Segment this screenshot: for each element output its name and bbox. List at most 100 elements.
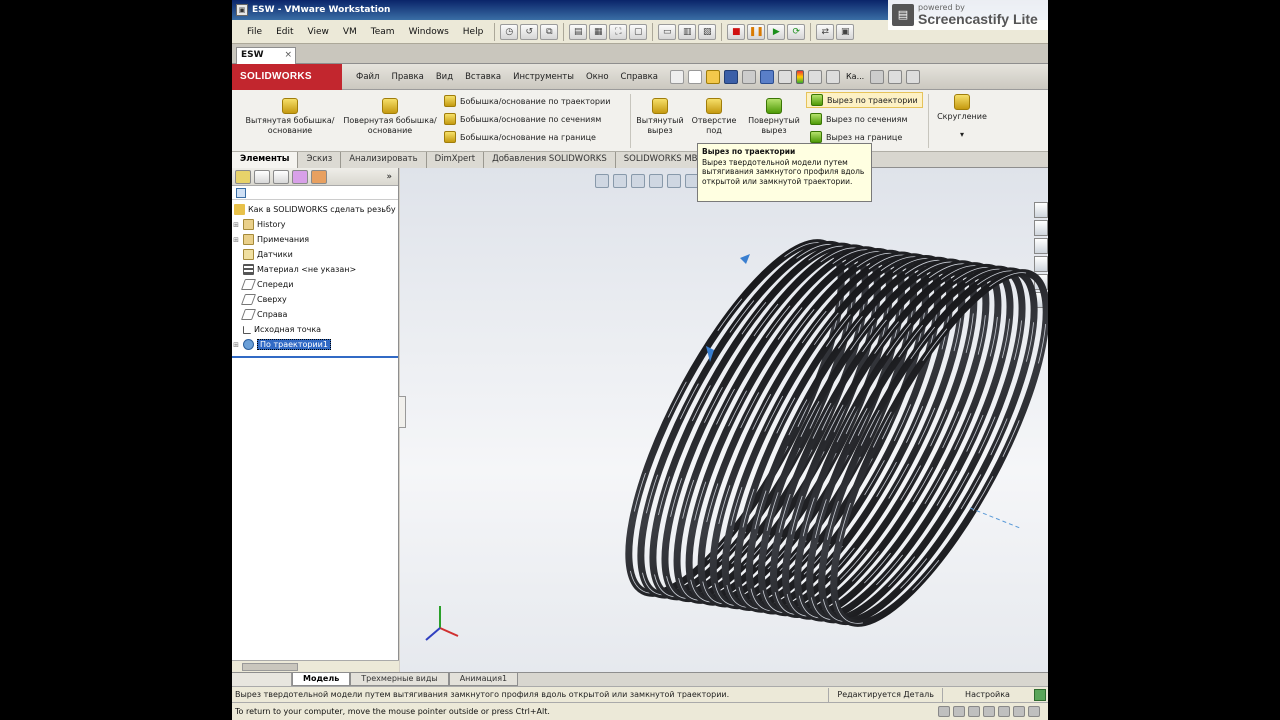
solidworks-logo[interactable]: SOLIDWORKS	[232, 63, 342, 90]
panel-collapse-handle[interactable]	[398, 396, 406, 428]
fullscreen-icon[interactable]: ⛶	[609, 23, 628, 40]
extruded-boss-button[interactable]: Вытянутая бобышка/основание	[242, 98, 338, 136]
tab-navigation[interactable]	[232, 673, 292, 686]
tree-item-top-plane[interactable]: Сверху	[232, 292, 398, 307]
extruded-cut-button[interactable]: Вытянутый вырез	[634, 98, 686, 136]
maximize-icon[interactable]	[906, 69, 921, 84]
expand-icon[interactable]: ⊞	[232, 341, 240, 349]
scrollbar-thumb[interactable]	[242, 663, 298, 671]
power-on-icon[interactable]: ▶	[767, 23, 786, 40]
quick-switch-icon[interactable]: ▦	[589, 23, 608, 40]
swept-cut-button[interactable]: Вырез по траектории	[806, 92, 923, 108]
display-icon[interactable]	[1013, 706, 1025, 717]
feature-manager-icon[interactable]	[235, 169, 251, 184]
dimxpert-manager-icon[interactable]	[292, 169, 308, 184]
tab-model[interactable]: Модель	[292, 673, 351, 686]
status-settings[interactable]: Настройка	[942, 687, 1032, 702]
vm-menu-help[interactable]: Help	[456, 27, 491, 37]
summary-icon[interactable]: ▧	[698, 23, 717, 40]
sidebar-toggle-icon[interactable]: ▤	[569, 23, 588, 40]
network-icon[interactable]: ⇄	[816, 23, 835, 40]
thumbnail-icon[interactable]: ▥	[678, 23, 697, 40]
pin-icon[interactable]	[669, 69, 684, 84]
revolved-boss-button[interactable]: Повернутая бобышка/основание	[342, 98, 438, 136]
tab-dimxpert[interactable]: DimXpert	[426, 152, 485, 168]
tree-item-sensors[interactable]: Датчики	[232, 247, 398, 262]
lofted-boss-button[interactable]: Бобышка/основание по сечениям	[444, 113, 601, 125]
sw-menu-window[interactable]: Окно	[580, 72, 615, 82]
vm-menu-windows[interactable]: Windows	[402, 27, 456, 37]
tree-filter[interactable]	[232, 186, 398, 200]
rebuild-icon[interactable]	[795, 69, 804, 84]
tree-item-sweep-cut[interactable]: ⊞ По траектории1	[232, 337, 398, 352]
vm-tab-esw[interactable]: ESW ×	[236, 47, 296, 64]
property-manager-icon[interactable]	[254, 169, 270, 184]
save-icon[interactable]	[723, 69, 738, 84]
graphics-area[interactable]	[400, 168, 1048, 672]
snapshot-manager-icon[interactable]: ⧉	[540, 23, 559, 40]
vm-menu-edit[interactable]: Edit	[269, 27, 300, 37]
tree-root[interactable]: Как в SOLIDWORKS сделать резьбу	[232, 202, 398, 217]
revolved-cut-button[interactable]: Повернутый вырез	[744, 98, 804, 136]
cd-drive-icon[interactable]	[953, 706, 965, 717]
tree-item-annotations[interactable]: ⊞ Примечания	[232, 232, 398, 247]
vm-menu-view[interactable]: View	[301, 27, 336, 37]
vm-menu-vm[interactable]: VM	[336, 27, 364, 37]
vm-menu-team[interactable]: Team	[364, 27, 402, 37]
tree-item-right-plane[interactable]: Справа	[232, 307, 398, 322]
sound-icon[interactable]	[998, 706, 1010, 717]
minimize-icon[interactable]	[888, 69, 903, 84]
network-adapter-icon[interactable]	[968, 706, 980, 717]
boundary-boss-button[interactable]: Бобышка/основание на границе	[444, 131, 596, 143]
sw-menu-file[interactable]: Файл	[350, 72, 385, 82]
tree-item-front-plane[interactable]: Спереди	[232, 277, 398, 292]
tree-item-history[interactable]: ⊞ History	[232, 217, 398, 232]
fillet-button[interactable]: Скругление ▾	[932, 94, 992, 140]
fillet-dropdown-icon[interactable]: ▾	[960, 130, 964, 140]
sw-menu-insert[interactable]: Вставка	[459, 72, 507, 82]
search-commands[interactable]: Ка...	[846, 72, 864, 81]
sw-menu-tools[interactable]: Инструменты	[507, 72, 580, 82]
sw-menu-help[interactable]: Справка	[615, 72, 664, 82]
more-tabs-icon[interactable]: »	[386, 172, 392, 182]
lofted-cut-button[interactable]: Вырез по сечениям	[810, 113, 908, 125]
tab-sketch[interactable]: Эскиз	[298, 152, 342, 168]
messages-icon[interactable]	[1028, 706, 1040, 717]
snapshot-icon[interactable]: ◷	[500, 23, 519, 40]
undo-icon[interactable]	[759, 69, 774, 84]
expand-icon[interactable]: ⊞	[232, 221, 240, 229]
hole-wizard-button[interactable]: Отверстие под	[688, 98, 740, 136]
tab-features[interactable]: Элементы	[232, 152, 299, 168]
print-icon[interactable]	[741, 69, 756, 84]
close-tab-icon[interactable]: ×	[284, 48, 292, 63]
file-properties-icon[interactable]	[807, 69, 822, 84]
unity-icon[interactable]: ▢	[629, 23, 648, 40]
tab-3d-views[interactable]: Трехмерные виды	[350, 673, 449, 686]
configuration-manager-icon[interactable]	[273, 169, 289, 184]
revert-snapshot-icon[interactable]: ↺	[520, 23, 539, 40]
power-off-icon[interactable]: ■	[727, 23, 746, 40]
sw-menu-edit[interactable]: Правка	[385, 72, 429, 82]
rollback-bar[interactable]	[232, 356, 398, 358]
tab-addins[interactable]: Добавления SOLIDWORKS	[484, 152, 616, 168]
swept-boss-button[interactable]: Бобышка/основание по траектории	[444, 95, 610, 107]
display-manager-icon[interactable]	[311, 169, 327, 184]
open-folder-icon[interactable]	[705, 69, 720, 84]
reset-icon[interactable]: ⟳	[787, 23, 806, 40]
expand-icon[interactable]: ⊞	[232, 236, 240, 244]
boundary-cut-button[interactable]: Вырез на границе	[810, 131, 902, 143]
tab-animation[interactable]: Анимация1	[448, 673, 519, 686]
hard-disk-icon[interactable]	[938, 706, 950, 717]
usb-icon[interactable]	[983, 706, 995, 717]
devices-icon[interactable]: ▣	[836, 23, 855, 40]
new-document-icon[interactable]	[687, 69, 702, 84]
suspend-icon[interactable]: ❚❚	[747, 23, 766, 40]
help-icon[interactable]	[870, 69, 885, 84]
console-view-icon[interactable]: ▭	[658, 23, 677, 40]
sw-menu-view[interactable]: Вид	[430, 72, 459, 82]
quick-tips-icon[interactable]	[1034, 688, 1046, 701]
tree-item-origin[interactable]: Исходная точка	[232, 322, 398, 337]
select-cursor-icon[interactable]	[777, 69, 792, 84]
options-icon[interactable]	[825, 69, 840, 84]
vm-menu-file[interactable]: File	[240, 27, 269, 37]
